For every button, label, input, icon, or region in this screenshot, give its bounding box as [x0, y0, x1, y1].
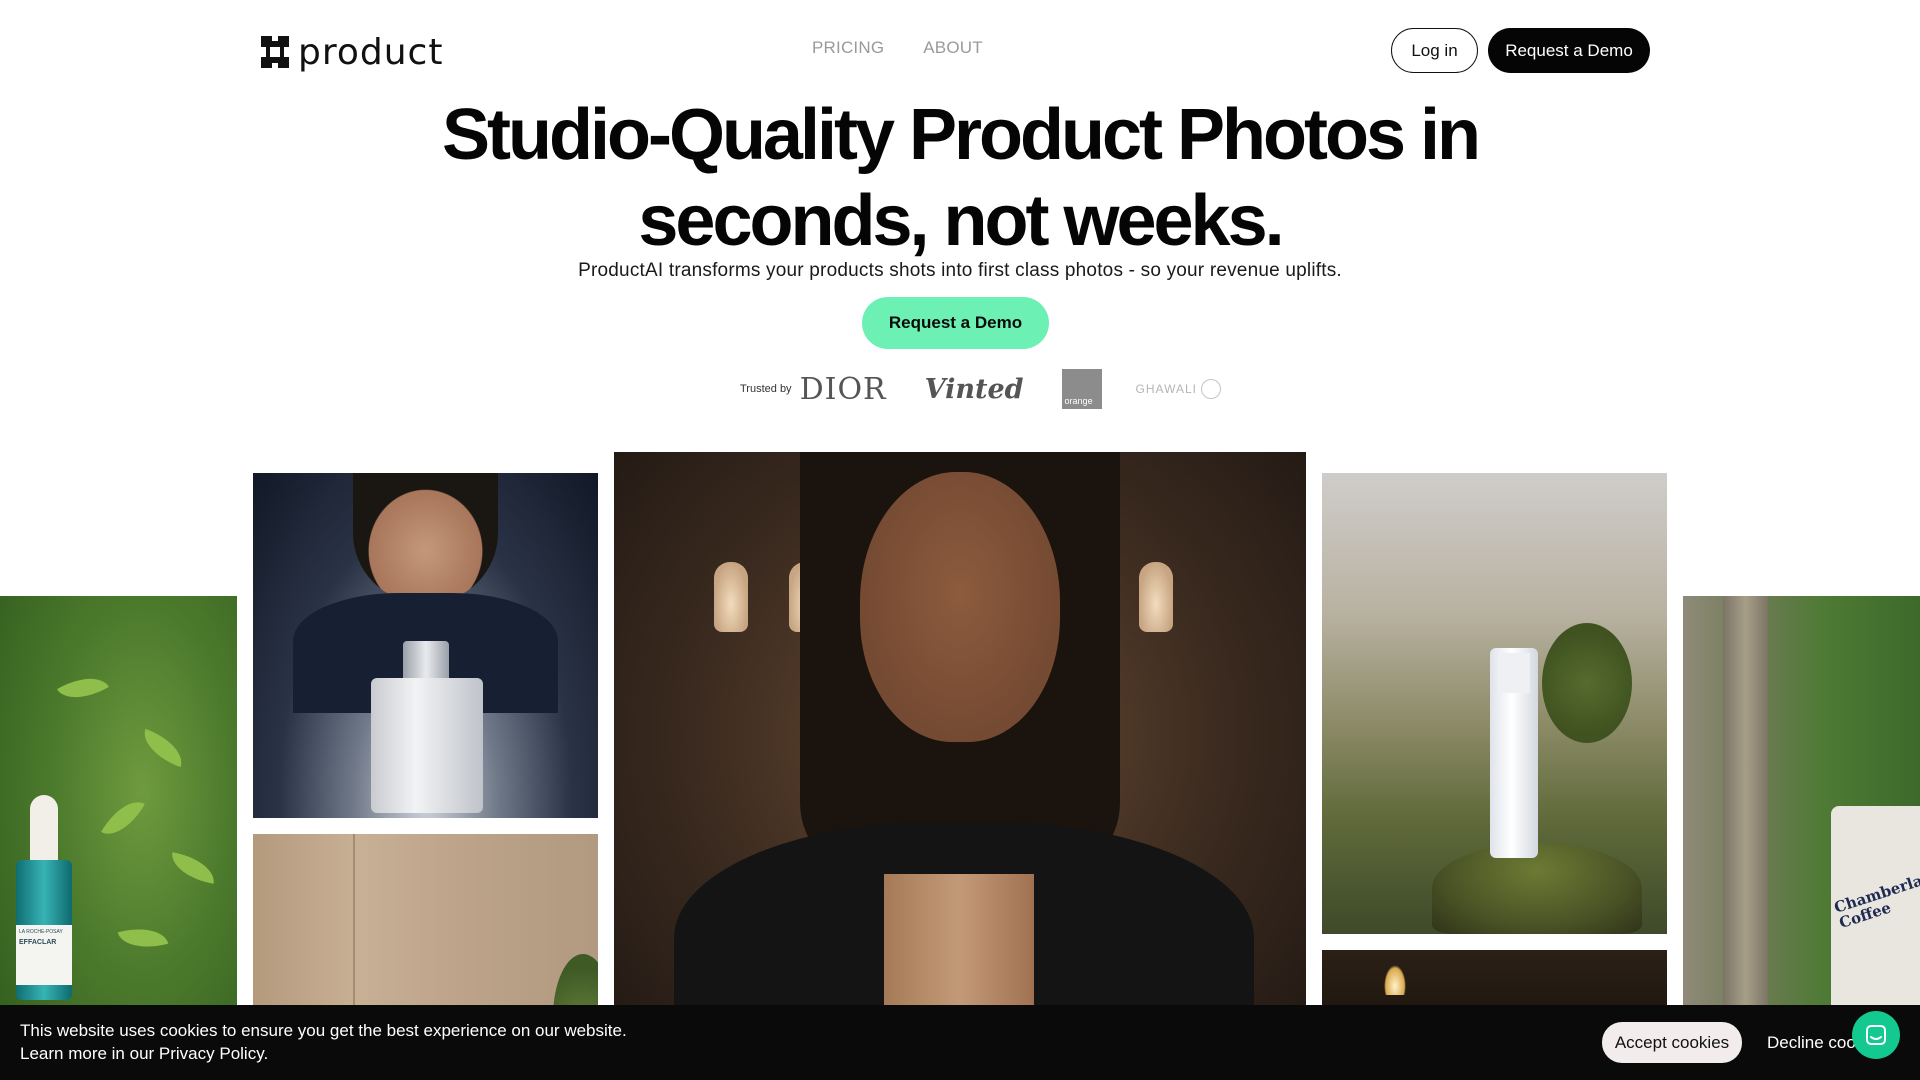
photo-perfume-model [253, 473, 598, 818]
photo-bonsai-bottle [1322, 473, 1667, 934]
leaf-icon [117, 920, 169, 956]
serum-label: LA ROCHE-POSAY EFFACLAR [16, 925, 72, 985]
cookie-message-line1: This website uses cookies to ensure you … [20, 1021, 627, 1040]
cookie-banner: This website uses cookies to ensure you … [0, 1005, 1920, 1080]
model-head [353, 473, 498, 603]
ghawali-logo: GHAWALI [1136, 379, 1221, 399]
ghawali-logo-text: GHAWALI [1135, 382, 1197, 396]
lamp [1139, 562, 1173, 632]
mossy-rock [1432, 843, 1642, 934]
leaf-icon [101, 792, 145, 844]
hero-title-line2: seconds, not weeks. [638, 181, 1284, 261]
vinted-logo: Vinted [924, 373, 1024, 405]
dior-logo: DIOR [799, 371, 887, 407]
leaf-icon [168, 852, 218, 884]
logo-text: product [298, 31, 444, 73]
bonsai-tree [1542, 623, 1632, 743]
woman-face [860, 472, 1060, 742]
nav-link-about[interactable]: ABOUT [923, 38, 983, 58]
perfume-bottle [371, 678, 483, 813]
logo[interactable]: product [258, 31, 444, 73]
perfume-cap [403, 641, 449, 683]
leaf-icon [57, 666, 109, 710]
ghawali-emblem-icon [1201, 379, 1221, 399]
pump-cap [1498, 653, 1530, 693]
serum-dropper [30, 795, 58, 865]
top-navigation: product PRICING ABOUT Log in Request a D… [0, 0, 1920, 100]
request-demo-button-nav[interactable]: Request a Demo [1488, 28, 1650, 73]
photo-woman-coffee-bag [614, 452, 1306, 1080]
nav-links: PRICING ABOUT [812, 38, 983, 58]
login-button[interactable]: Log in [1391, 28, 1478, 73]
hero-subtitle: ProductAI transforms your products shots… [578, 260, 1342, 281]
accept-cookies-button[interactable]: Accept cookies [1602, 1022, 1742, 1063]
hero-title: Studio-Quality Product Photos in seconds… [360, 92, 1560, 264]
flame [1384, 965, 1406, 995]
chat-launcher-button[interactable] [1852, 1011, 1900, 1059]
cookie-message: This website uses cookies to ensure you … [20, 1019, 627, 1065]
nav-link-pricing[interactable]: PRICING [812, 38, 884, 58]
hero-title-line1: Studio-Quality Product Photos in [442, 95, 1481, 175]
trusted-by-logos: Trusted by DIOR Vinted orange GHAWALI [740, 368, 1221, 410]
privacy-policy-link[interactable]: Learn more in our Privacy Policy. [20, 1042, 627, 1065]
lamp [714, 562, 748, 632]
serum-brand-text: LA ROCHE-POSAY [19, 929, 63, 935]
orange-logo: orange [1061, 369, 1102, 409]
product-logo-icon [261, 36, 289, 68]
serum-name-text: EFFACLAR [19, 939, 57, 946]
chat-icon [1866, 1025, 1886, 1045]
leaf-icon [137, 728, 189, 768]
request-demo-button-hero[interactable]: Request a Demo [862, 297, 1049, 349]
trusted-by-label: Trusted by [740, 383, 792, 395]
